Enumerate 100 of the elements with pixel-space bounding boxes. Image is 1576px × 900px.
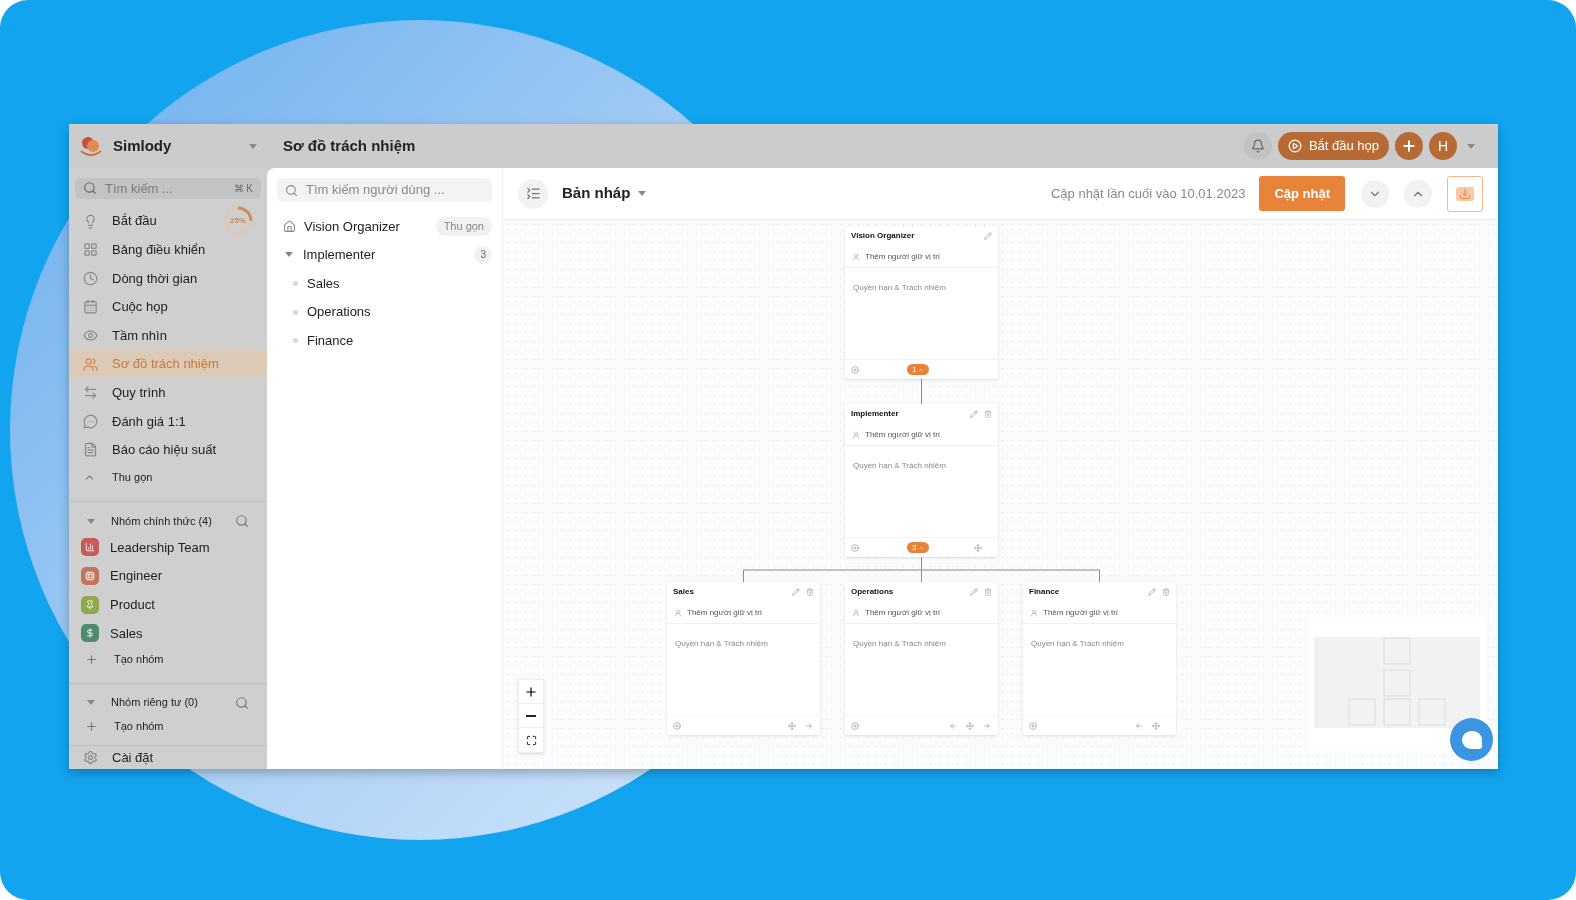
arrow-right-icon[interactable] bbox=[983, 721, 991, 730]
section-title[interactable]: Nhóm riêng tư (0) bbox=[111, 694, 219, 711]
plus-circle-icon[interactable] bbox=[851, 365, 859, 374]
chat-icon bbox=[1461, 730, 1482, 749]
scroll-down-button[interactable] bbox=[1361, 179, 1389, 208]
create-group-link[interactable]: Tạo nhóm bbox=[69, 714, 267, 739]
arrow-left-icon[interactable] bbox=[949, 721, 957, 730]
role-card[interactable]: Sales Thêm người giữ vị trí Quyền hạn & Trách nhiệm bbox=[667, 582, 820, 735]
workspace-caret-icon bbox=[249, 143, 257, 149]
user-icon bbox=[1030, 608, 1038, 617]
workspace-name[interactable]: Simlody bbox=[113, 134, 239, 158]
bell-icon bbox=[1250, 139, 1265, 153]
role-card[interactable]: Vision Organizer Thêm người giữ vị trí Quyền hạn & Trách nhiệm 1 bbox=[845, 226, 998, 379]
trash-icon[interactable] bbox=[1162, 588, 1170, 596]
trash-icon[interactable] bbox=[984, 410, 992, 418]
bullet-icon bbox=[293, 338, 298, 344]
start-meeting-button[interactable]: Bắt đầu họp bbox=[1277, 132, 1389, 160]
arrow-right-icon[interactable] bbox=[805, 721, 813, 730]
tree-item[interactable]: Implementer 3 bbox=[277, 240, 492, 270]
scroll-up-button[interactable] bbox=[1404, 179, 1432, 208]
sidebar-item[interactable]: Quy trình bbox=[69, 378, 267, 407]
section-title[interactable]: Nhóm chính thức (4) bbox=[111, 512, 219, 530]
version-dropdown[interactable]: Bản nháp bbox=[562, 182, 647, 205]
plus-circle-icon[interactable] bbox=[673, 721, 681, 730]
role-title: Finance bbox=[1029, 586, 1061, 598]
role-title: Vision Organizer bbox=[851, 230, 916, 242]
role-card[interactable]: Implementer Thêm người giữ vị trí Quyền hạn & Trách nhiệm 3 bbox=[845, 404, 998, 557]
add-holder-link[interactable]: Thêm người giữ vị trí bbox=[865, 250, 941, 263]
lightbulb-icon bbox=[83, 213, 98, 229]
logo-icon bbox=[79, 135, 103, 157]
search-icon[interactable] bbox=[235, 514, 249, 529]
collapse-link[interactable]: Thu gọn bbox=[69, 464, 267, 491]
tree-item[interactable]: Finance bbox=[277, 326, 492, 355]
plus-icon bbox=[1401, 138, 1417, 154]
user-icon bbox=[852, 252, 860, 261]
plus-icon bbox=[85, 720, 98, 734]
tree-item[interactable]: Sales bbox=[277, 269, 492, 298]
edit-icon[interactable] bbox=[1148, 588, 1156, 596]
group-item[interactable]: Sales bbox=[69, 618, 267, 648]
search-icon bbox=[285, 183, 298, 197]
edit-icon[interactable] bbox=[970, 410, 978, 418]
responsibilities-placeholder[interactable]: Quyền hạn & Trách nhiệm bbox=[853, 461, 946, 470]
tree-item[interactable]: Operations bbox=[277, 297, 492, 327]
role-title: Implementer bbox=[851, 408, 900, 420]
responsibilities-placeholder[interactable]: Quyền hạn & Trách nhiệm bbox=[1031, 639, 1124, 648]
group-item[interactable]: Product bbox=[69, 590, 267, 619]
tree-caret-icon[interactable] bbox=[285, 252, 293, 258]
create-group-link[interactable]: Tạo nhóm bbox=[69, 647, 267, 672]
sidebar-item[interactable]: Cuộc họp bbox=[69, 292, 267, 322]
notification-button[interactable] bbox=[1243, 132, 1272, 160]
settings-icon bbox=[83, 749, 98, 765]
tree-item[interactable]: Vision Organizer Thu gọn bbox=[277, 212, 492, 241]
document-icon bbox=[83, 442, 98, 458]
move-icon[interactable] bbox=[1152, 721, 1160, 730]
role-card[interactable]: Finance Thêm người giữ vị trí Quyền hạn & Trách nhiệm bbox=[1023, 582, 1176, 735]
plus-circle-icon[interactable] bbox=[851, 721, 859, 730]
sidebar-item[interactable]: Báo cáo hiệu suất bbox=[69, 435, 267, 465]
edit-icon[interactable] bbox=[970, 588, 978, 596]
responsibilities-placeholder[interactable]: Quyền hạn & Trách nhiệm bbox=[675, 639, 768, 648]
collapse-panel-button[interactable] bbox=[518, 178, 548, 209]
move-icon[interactable] bbox=[974, 543, 982, 552]
group-item[interactable]: Engineer bbox=[69, 561, 267, 591]
edit-icon[interactable] bbox=[792, 588, 800, 596]
plus-circle-icon[interactable] bbox=[1029, 721, 1037, 730]
add-holder-link[interactable]: Thêm người giữ vị trí bbox=[687, 606, 763, 619]
connector-line bbox=[921, 378, 922, 405]
sidebar-item[interactable]: Bắt đầu 25% bbox=[69, 206, 267, 236]
plus-circle-icon[interactable] bbox=[851, 543, 859, 552]
role-card[interactable]: Operations Thêm người giữ vị trí Quyền hạn & Trách nhiệm bbox=[845, 582, 998, 735]
move-icon[interactable] bbox=[966, 721, 974, 730]
avatar[interactable]: H bbox=[1429, 132, 1457, 160]
chip-icon bbox=[85, 571, 95, 582]
plus-icon bbox=[524, 684, 538, 699]
count-badge: 3 bbox=[474, 246, 492, 264]
add-holder-link[interactable]: Thêm người giữ vị trí bbox=[865, 606, 941, 619]
responsibilities-placeholder[interactable]: Quyền hạn & Trách nhiệm bbox=[853, 283, 946, 292]
arrow-left-icon[interactable] bbox=[1135, 721, 1143, 730]
home-icon bbox=[283, 219, 296, 233]
search-icon[interactable] bbox=[235, 695, 249, 710]
sidebar-item[interactable]: Dòng thời gian bbox=[69, 264, 267, 293]
add-button[interactable] bbox=[1395, 132, 1423, 160]
edit-icon[interactable] bbox=[984, 232, 992, 240]
trash-icon[interactable] bbox=[984, 588, 992, 596]
minimap[interactable] bbox=[1308, 617, 1486, 751]
sidebar-item[interactable]: Tầm nhìn bbox=[69, 321, 267, 350]
download-icon bbox=[1456, 186, 1474, 201]
add-holder-link[interactable]: Thêm người giữ vị trí bbox=[1043, 606, 1119, 619]
sidebar-item[interactable]: Bảng điều khiển bbox=[69, 235, 267, 265]
sidebar-item[interactable]: Đánh giá 1:1 bbox=[69, 407, 267, 436]
fit-view-icon bbox=[525, 734, 537, 746]
settings-item[interactable]: Cài đặt bbox=[69, 744, 267, 769]
responsibilities-placeholder[interactable]: Quyền hạn & Trách nhiệm bbox=[853, 639, 946, 648]
section-caret-icon[interactable] bbox=[87, 518, 95, 524]
download-button[interactable] bbox=[1447, 175, 1483, 212]
move-icon[interactable] bbox=[788, 721, 796, 730]
trash-icon[interactable] bbox=[806, 588, 814, 596]
dollar-icon bbox=[85, 628, 95, 639]
group-item[interactable]: Leadership Team bbox=[69, 533, 267, 562]
add-holder-link[interactable]: Thêm người giữ vị trí bbox=[865, 428, 941, 441]
section-caret-icon[interactable] bbox=[87, 700, 95, 706]
